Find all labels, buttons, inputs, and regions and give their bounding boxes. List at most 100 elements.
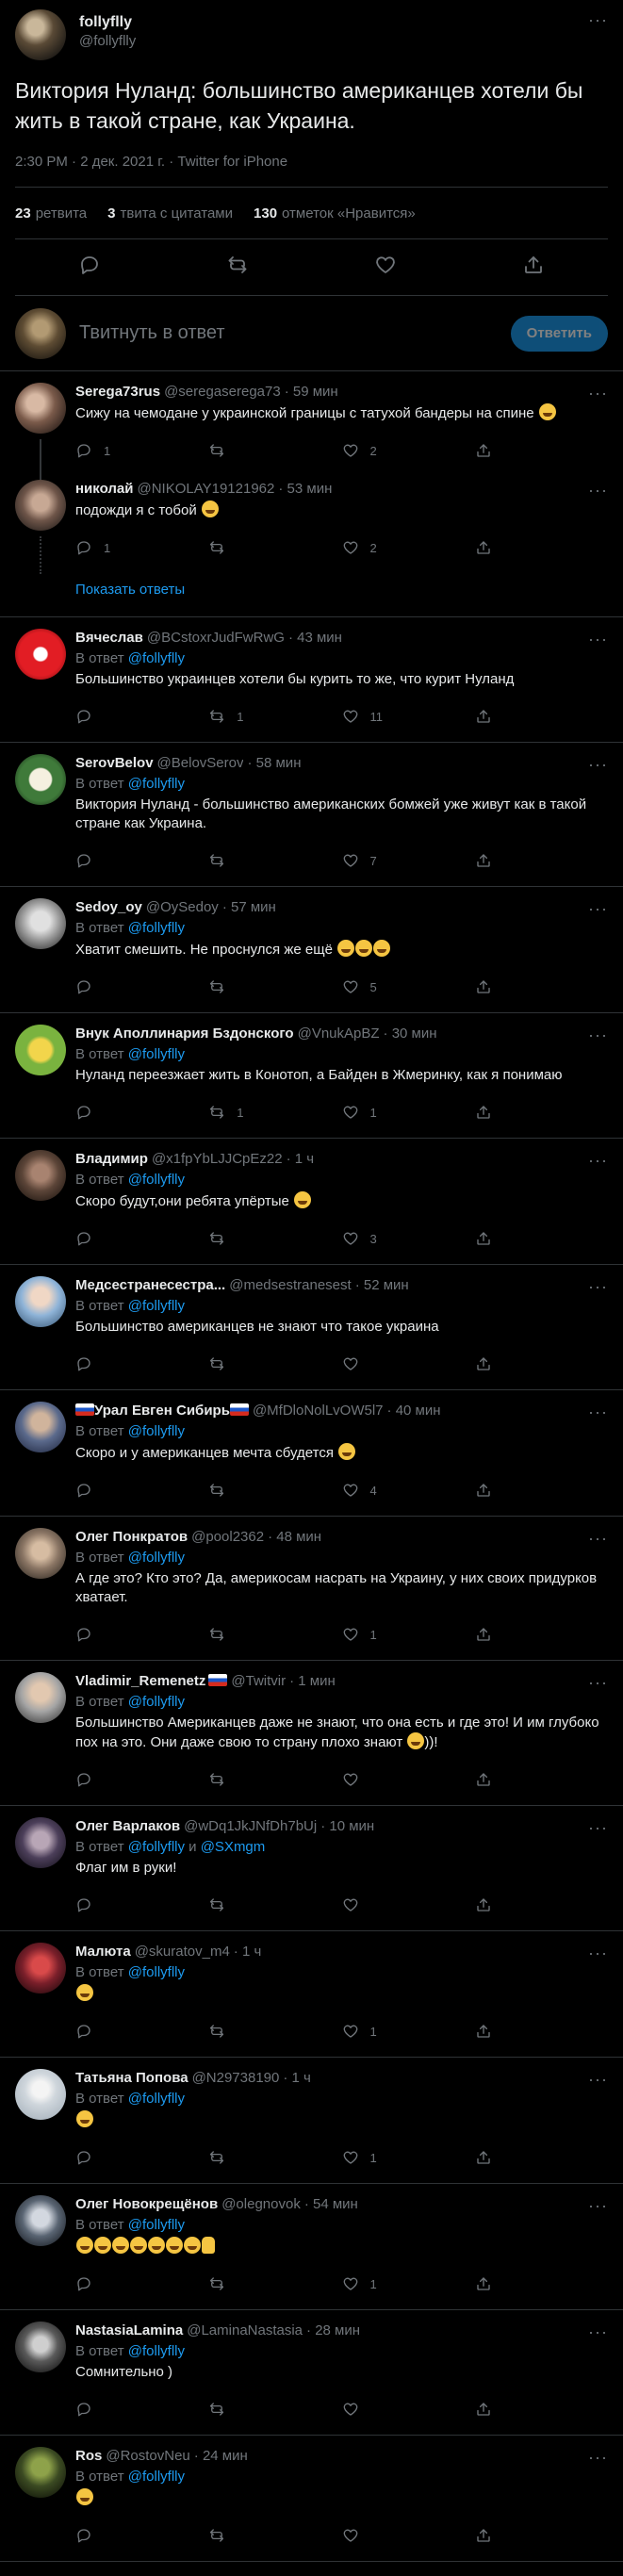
share-icon[interactable]	[475, 1771, 492, 1788]
more-icon[interactable]: ···	[588, 1944, 608, 1961]
reply-avatar[interactable]	[15, 1150, 66, 1201]
reply-avatar[interactable]	[15, 754, 66, 805]
reply-author-name[interactable]: Олег Новокрещёнов	[75, 2195, 218, 2214]
mention-link[interactable]: @SXmgm	[201, 1839, 266, 1855]
reply-tweet[interactable]: Serega73rus @seregaserega73 · 59 мин ···…	[0, 371, 623, 515]
mention-link[interactable]: @follyflly	[128, 2469, 185, 2485]
reply-tweet[interactable]: Vladimir_Remenetz @Twitvir · 1 мин ··· В…	[0, 1661, 623, 1806]
retweet-icon[interactable]	[208, 539, 341, 556]
reply-time[interactable]: · 30 мин	[384, 1025, 437, 1043]
reply-author-name[interactable]: Serega73rus	[75, 383, 160, 402]
more-icon[interactable]: ···	[588, 1026, 608, 1043]
reply-input[interactable]: Твитнуть в ответ	[79, 322, 511, 344]
share-icon[interactable]	[475, 2527, 492, 2544]
share-icon[interactable]	[475, 852, 492, 869]
heart-icon[interactable]: 2	[342, 442, 475, 459]
retweet-icon[interactable]	[208, 2023, 341, 2040]
reply-icon[interactable]	[78, 254, 101, 281]
reply-tweet[interactable]: Внук Аполлинария Бздонского @VnukApBZ · …	[0, 1013, 623, 1139]
reply-tweet[interactable]: Медсестранесестра... @medsestranesest · …	[0, 1265, 623, 1390]
heart-icon[interactable]: 1	[342, 2149, 475, 2166]
share-icon[interactable]	[475, 442, 492, 459]
reply-tweet[interactable]: Урал Евген Сибирь @MfDloNolLvOW5l7 · 40 …	[0, 1390, 623, 1517]
reply-icon[interactable]	[75, 2527, 208, 2544]
retweet-icon[interactable]	[208, 1230, 341, 1247]
retweet-icon[interactable]: 1	[208, 708, 341, 725]
reply-avatar[interactable]	[15, 1276, 66, 1327]
reply-icon[interactable]	[75, 852, 208, 869]
reply-icon[interactable]: 1	[75, 442, 208, 459]
reply-icon[interactable]	[75, 2149, 208, 2166]
reply-author-handle[interactable]: @medsestranesest	[229, 1276, 351, 1295]
share-icon[interactable]	[475, 1626, 492, 1643]
reply-tweet[interactable]: Олег Понкратов @pool2362 · 48 мин ··· В …	[0, 1517, 623, 1661]
reply-tweet[interactable]: NastasiaLamina @LaminaNastasia · 28 мин …	[0, 2310, 623, 2436]
more-icon[interactable]: ···	[588, 631, 608, 648]
reply-time[interactable]: · 43 мин	[288, 629, 342, 648]
mention-link[interactable]: @follyflly	[128, 1694, 185, 1710]
reply-author-name[interactable]: Sedoy_oy	[75, 898, 142, 917]
reply-icon[interactable]	[75, 2401, 208, 2418]
more-icon[interactable]: ···	[588, 385, 608, 402]
reply-time[interactable]: · 1 ч	[283, 2069, 311, 2088]
reply-avatar[interactable]	[15, 2195, 66, 2246]
share-icon[interactable]	[475, 1355, 492, 1372]
reply-icon[interactable]	[75, 1482, 208, 1499]
more-icon[interactable]: ···	[588, 2071, 608, 2088]
share-icon[interactable]	[475, 2275, 492, 2292]
reply-tweet[interactable]: Малюта @skuratov_m4 · 1 ч ··· В ответ @f…	[0, 1931, 623, 2058]
more-icon[interactable]: ···	[588, 482, 608, 499]
heart-icon[interactable]: 5	[342, 978, 475, 995]
reply-button[interactable]: Ответить	[510, 315, 608, 352]
retweet-icon[interactable]	[208, 1771, 341, 1788]
heart-icon[interactable]: 11	[342, 708, 475, 725]
reply-avatar[interactable]	[15, 1817, 66, 1868]
more-icon[interactable]: ···	[588, 756, 608, 773]
reply-author-handle[interactable]: @skuratov_m4	[135, 1943, 230, 1961]
reply-author-handle[interactable]: @OySedoy	[146, 898, 219, 917]
reply-icon[interactable]	[75, 1355, 208, 1372]
reply-author-name[interactable]: NastasiaLamina	[75, 2322, 183, 2340]
reply-author-handle[interactable]: @N29738190	[192, 2069, 280, 2088]
reply-author-handle[interactable]: @LaminaNastasia	[187, 2322, 303, 2340]
reply-avatar[interactable]	[15, 2447, 66, 2498]
share-icon[interactable]	[475, 1104, 492, 1121]
reply-author-handle[interactable]: @olegnovok	[221, 2195, 301, 2214]
retweet-icon[interactable]: 1	[208, 1104, 341, 1121]
heart-icon[interactable]	[342, 2527, 475, 2544]
reply-time[interactable]: · 58 мин	[247, 754, 301, 773]
reply-time[interactable]: · 24 мин	[194, 2447, 248, 2466]
reply-icon[interactable]	[75, 708, 208, 725]
share-icon[interactable]	[475, 1482, 492, 1499]
reply-time[interactable]: · 53 мин	[278, 480, 332, 499]
reply-tweet[interactable]: Вячеслав @BCstoxrJudFwRwG · 43 мин ··· В…	[0, 617, 623, 743]
reply-time[interactable]: · 48 мин	[268, 1528, 321, 1547]
tweet-meta[interactable]: 2:30 PM · 2 дек. 2021 г. · Twitter for i…	[15, 153, 608, 172]
reply-tweet[interactable]: Олег Варлаков @wDq1JkJNfDh7bUj · 10 мин …	[0, 1806, 623, 1931]
share-icon[interactable]	[475, 708, 492, 725]
reply-tweet[interactable]: Татьяна Попова @N29738190 · 1 ч ··· В от…	[0, 2058, 623, 2184]
reply-author-name[interactable]: Ros	[75, 2447, 102, 2466]
share-icon[interactable]	[475, 539, 492, 556]
mention-link[interactable]: @follyflly	[128, 650, 185, 666]
reply-avatar[interactable]	[15, 2069, 66, 2120]
reply-tweet[interactable]: Ros @RostovNeu · 24 мин ··· В ответ @fol…	[0, 2436, 623, 2562]
heart-icon[interactable]	[374, 254, 397, 281]
reply-time[interactable]: · 57 мин	[222, 898, 276, 917]
reply-author-name[interactable]: Урал Евген Сибирь	[75, 1402, 249, 1420]
reply-time[interactable]: · 10 мин	[320, 1817, 374, 1836]
retweet-icon[interactable]	[208, 852, 341, 869]
more-icon[interactable]: ···	[588, 9, 608, 28]
mention-link[interactable]: @follyflly	[128, 1046, 185, 1062]
reply-tweet[interactable]: Владимир @x1fpYbLJJCpEz22 · 1 ч ··· В от…	[0, 1139, 623, 1265]
reply-icon[interactable]	[75, 2023, 208, 2040]
reply-icon[interactable]: 1	[75, 539, 208, 556]
mention-link[interactable]: @follyflly	[128, 2343, 185, 2359]
retweet-icon[interactable]	[208, 2275, 341, 2292]
reply-avatar[interactable]	[15, 629, 66, 680]
share-icon[interactable]	[475, 1896, 492, 1913]
reply-author-name[interactable]: николай	[75, 480, 133, 499]
reply-author-name[interactable]: Вячеслав	[75, 629, 143, 648]
retweet-icon[interactable]	[208, 1482, 341, 1499]
mention-link[interactable]: @follyflly	[128, 1423, 185, 1439]
